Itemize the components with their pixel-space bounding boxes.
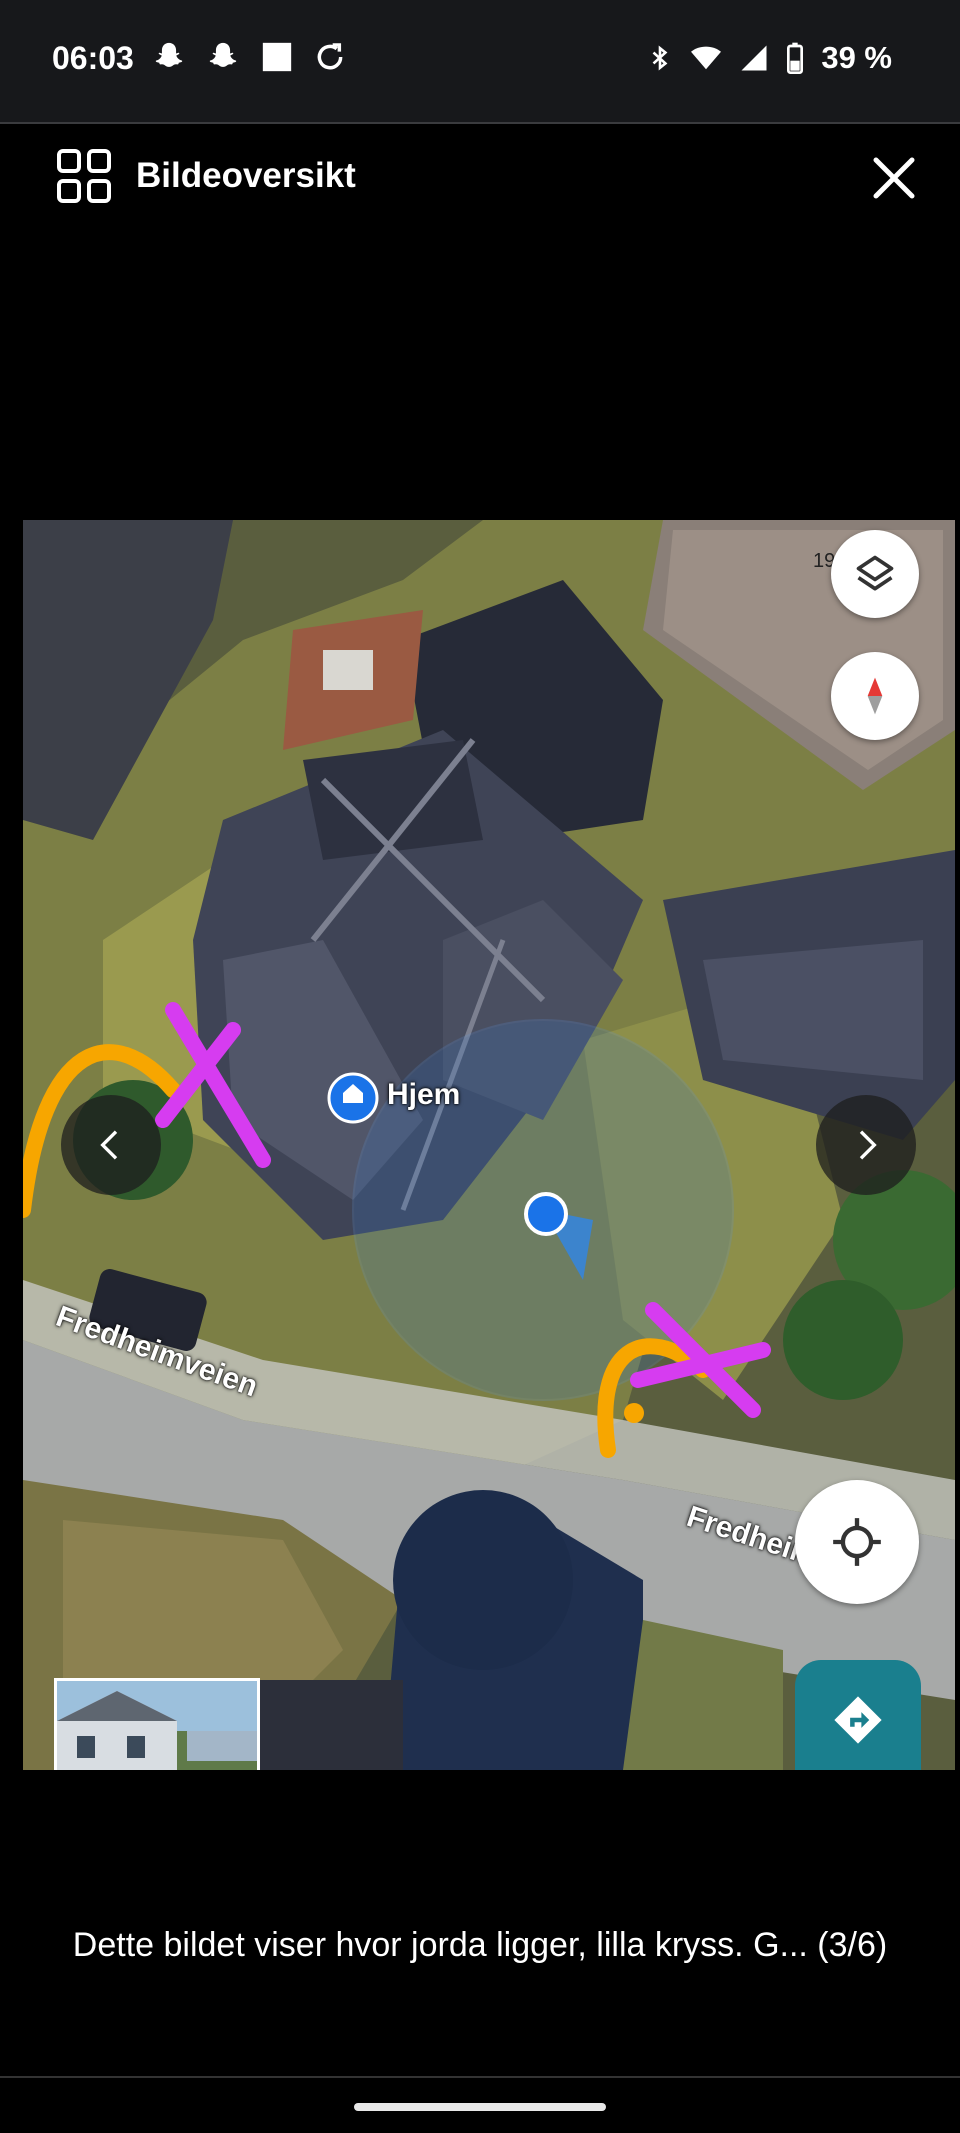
chevron-left-icon bbox=[100, 1130, 118, 1160]
my-location-icon bbox=[833, 1518, 881, 1566]
compass-icon bbox=[867, 677, 883, 715]
page-title: Bildeoversikt bbox=[136, 156, 356, 195]
battery-icon bbox=[787, 42, 804, 74]
snapchat-icon bbox=[155, 42, 183, 67]
square-icon bbox=[262, 42, 292, 72]
image-caption: Dette bildet viser hvor jorda ligger, li… bbox=[72, 1926, 888, 1964]
status-bar: 06:03 39 % bbox=[0, 0, 960, 124]
compass-button[interactable] bbox=[831, 652, 919, 740]
previous-image-button[interactable] bbox=[61, 1095, 161, 1195]
snapchat-icon bbox=[209, 42, 237, 67]
sync-icon bbox=[317, 43, 343, 70]
layers-icon bbox=[856, 555, 894, 591]
navigation-bar-divider bbox=[0, 2076, 960, 2078]
signal-icon bbox=[741, 45, 767, 71]
close-icon bbox=[873, 157, 915, 199]
home-label: Hjem bbox=[387, 1078, 461, 1111]
system-status: 39 % bbox=[647, 40, 892, 76]
bluetooth-icon bbox=[652, 45, 668, 71]
close-button[interactable] bbox=[864, 148, 924, 208]
layers-button[interactable] bbox=[831, 530, 919, 618]
photo-thumbnail[interactable] bbox=[54, 1678, 260, 1770]
home-gesture-handle[interactable] bbox=[354, 2103, 606, 2111]
grid-icon[interactable] bbox=[56, 148, 112, 204]
directions-icon bbox=[834, 1696, 882, 1744]
photo-viewer-image: Hjem Fredheimveien Fredheimveien 19 bbox=[23, 520, 955, 1770]
directions-button[interactable] bbox=[795, 1660, 921, 1770]
status-time: 06:03 bbox=[52, 40, 134, 76]
battery-percentage: 39 % bbox=[821, 40, 892, 75]
app-bar: Bildeoversikt bbox=[0, 124, 960, 234]
my-location-button[interactable] bbox=[795, 1480, 919, 1604]
chevron-right-icon bbox=[859, 1130, 877, 1160]
notification-icons bbox=[152, 40, 346, 74]
next-image-button[interactable] bbox=[816, 1095, 916, 1195]
wifi-icon bbox=[691, 46, 722, 70]
